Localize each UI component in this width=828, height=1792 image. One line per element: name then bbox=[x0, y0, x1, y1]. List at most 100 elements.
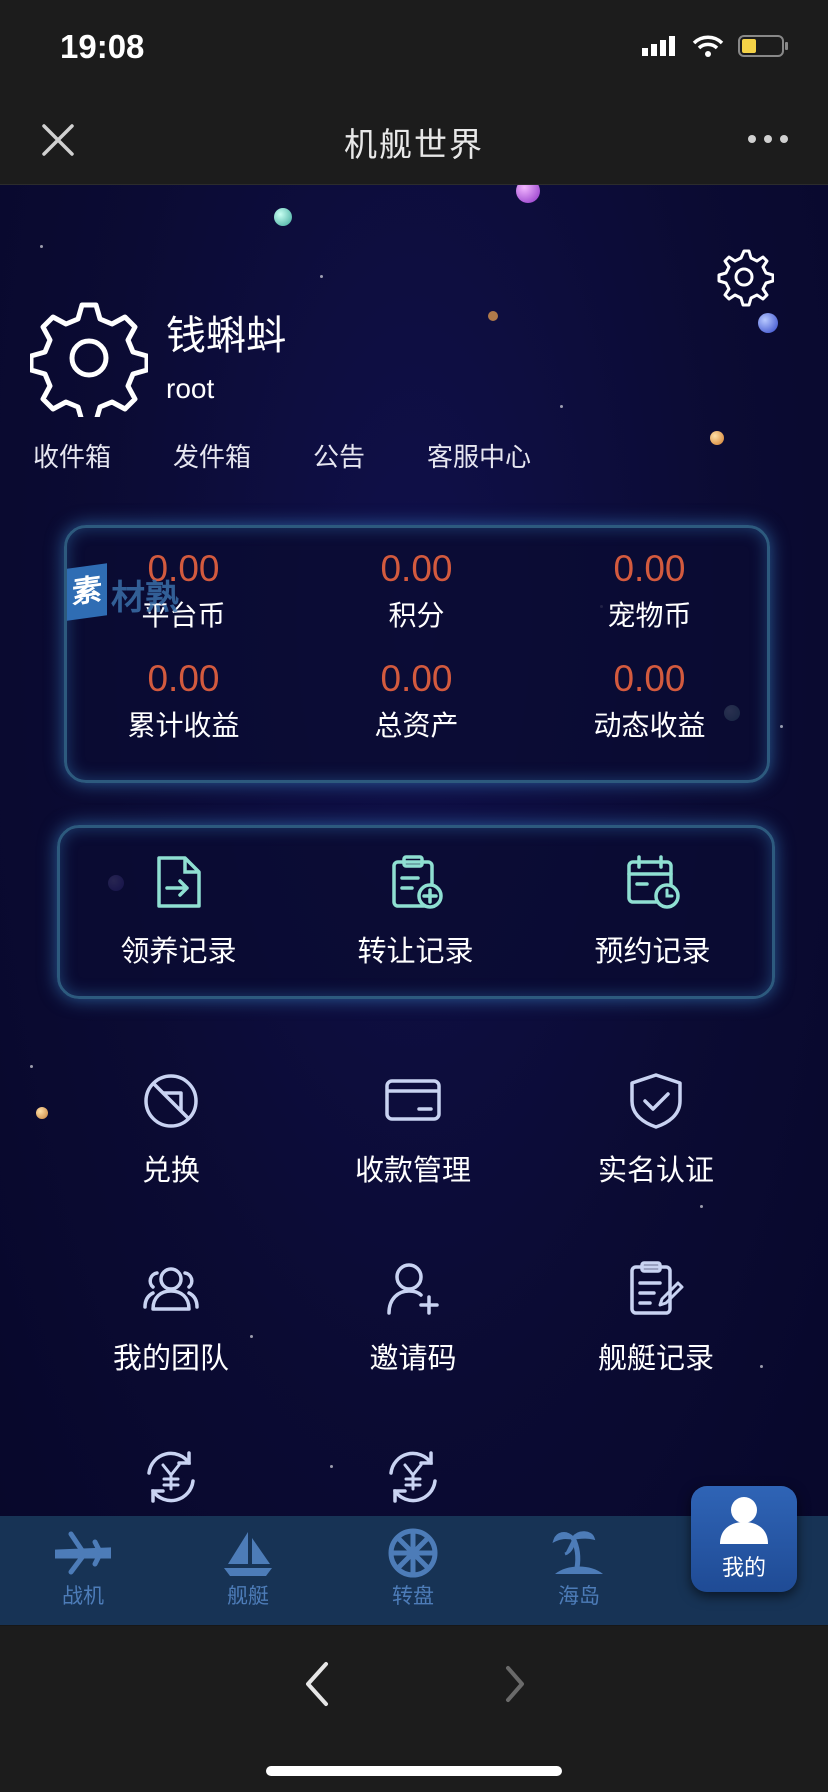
real-name-verification-button[interactable]: 实名认证 bbox=[535, 1071, 777, 1189]
quick-links: 收件箱 发件箱 公告 客服中心 bbox=[0, 437, 828, 487]
watermark: 素 材熟 bbox=[67, 563, 317, 622]
exchange-button[interactable]: 兑换 bbox=[50, 1071, 292, 1189]
tab-label: 转盘 bbox=[392, 1584, 434, 1608]
back-arrow-icon[interactable] bbox=[296, 1656, 336, 1712]
stat-value: 0.00 bbox=[380, 548, 453, 589]
reservation-record-icon bbox=[626, 855, 680, 909]
reservation-record-button[interactable]: 预约记录 bbox=[534, 852, 771, 970]
stat-value: 0.00 bbox=[380, 658, 453, 699]
currency-exchange-button[interactable] bbox=[292, 1447, 534, 1507]
menu-label: 我的团队 bbox=[112, 1341, 229, 1375]
avatar[interactable] bbox=[30, 299, 148, 417]
payment-management-button[interactable]: 收款管理 bbox=[292, 1071, 534, 1189]
cellular-signal-icon bbox=[642, 36, 675, 56]
records-panel: 领养记录 转让记录 预约记录 bbox=[57, 825, 775, 999]
tab-label: 战机 bbox=[62, 1584, 104, 1608]
navigation-bar: 机舰世界 bbox=[0, 96, 828, 185]
tab-label: 舰艇 bbox=[227, 1584, 269, 1608]
more-options-icon[interactable] bbox=[746, 132, 790, 146]
menu-label: 舰艇记录 bbox=[597, 1341, 714, 1375]
menu-label: 收款管理 bbox=[354, 1153, 471, 1187]
adopt-record-icon bbox=[156, 856, 201, 908]
status-icons bbox=[642, 34, 790, 58]
star-decoration bbox=[320, 275, 323, 278]
status-time: 19:08 bbox=[60, 28, 145, 65]
edit-document-icon bbox=[630, 1261, 684, 1315]
planet-decoration bbox=[758, 313, 778, 333]
team-icon bbox=[143, 1267, 199, 1311]
stat-value: 0.00 bbox=[613, 548, 686, 589]
watermark-logo-text: 材熟 bbox=[111, 578, 179, 618]
ship-record-button[interactable]: 舰艇记录 bbox=[535, 1259, 777, 1377]
shield-check-icon bbox=[630, 1073, 682, 1129]
stat-label: 积分 bbox=[388, 599, 445, 632]
adopt-record-button[interactable]: 领养记录 bbox=[60, 852, 297, 970]
stat-label: 动态收益 bbox=[593, 709, 706, 742]
browser-toolbar bbox=[0, 1626, 828, 1792]
exchange-icon bbox=[144, 1074, 198, 1128]
card-icon bbox=[385, 1079, 441, 1121]
page-title: 机舰世界 bbox=[344, 125, 484, 164]
user-icon bbox=[720, 1497, 768, 1544]
stat-label: 累计收益 bbox=[127, 709, 240, 742]
star-decoration bbox=[700, 1205, 703, 1208]
settings-gear-icon[interactable] bbox=[714, 247, 774, 307]
planet-decoration bbox=[36, 1107, 48, 1119]
currency-exchange-button[interactable] bbox=[50, 1447, 292, 1507]
stat-value: 0.00 bbox=[613, 658, 686, 699]
profile-page: 钱蝌蚪 root 收件箱 发件箱 公告 客服中心 0.00 平台币 0.00 积… bbox=[0, 185, 828, 1625]
add-user-icon bbox=[387, 1263, 439, 1315]
status-bar: 19:08 bbox=[0, 0, 828, 96]
watermark-logo: 素 bbox=[67, 563, 107, 621]
wifi-icon bbox=[692, 35, 724, 57]
home-indicator[interactable] bbox=[266, 1766, 562, 1776]
wheel-icon bbox=[388, 1528, 438, 1578]
sailboat-icon bbox=[224, 1532, 272, 1576]
forward-arrow-icon[interactable] bbox=[496, 1656, 536, 1712]
stat-points: 0.00 积分 bbox=[300, 548, 533, 634]
menu-label: 邀请码 bbox=[369, 1341, 457, 1375]
tab-island[interactable]: 海岛 bbox=[524, 1516, 634, 1625]
battery-icon bbox=[738, 35, 788, 57]
inbox-link[interactable]: 收件箱 bbox=[33, 437, 111, 474]
stats-panel: 0.00 平台币 0.00 积分 0.00 宠物币 0.00 累计收益 0.00… bbox=[64, 525, 770, 783]
transfer-record-button[interactable]: 转让记录 bbox=[297, 852, 534, 970]
currency-exchange-icon bbox=[147, 1451, 195, 1503]
stat-total-assets: 0.00 总资产 bbox=[300, 658, 533, 744]
planet-decoration bbox=[488, 311, 498, 321]
stat-dynamic-earnings: 0.00 动态收益 bbox=[533, 658, 766, 744]
record-label: 领养记录 bbox=[120, 934, 237, 968]
currency-exchange-icon bbox=[389, 1451, 437, 1503]
stat-label: 宠物币 bbox=[607, 599, 692, 632]
planet-decoration bbox=[274, 208, 292, 226]
tab-wheel[interactable]: 转盘 bbox=[358, 1516, 468, 1625]
menu-label: 实名认证 bbox=[597, 1153, 714, 1187]
customer-service-link[interactable]: 客服中心 bbox=[427, 437, 531, 474]
tab-mine[interactable]: 我的 bbox=[691, 1486, 797, 1592]
star-decoration bbox=[560, 405, 563, 408]
tab-label: 我的 bbox=[721, 1556, 766, 1581]
menu-label: 兑换 bbox=[141, 1153, 200, 1187]
tab-fighter[interactable]: 战机 bbox=[28, 1516, 138, 1625]
island-icon bbox=[552, 1531, 603, 1574]
outbox-link[interactable]: 发件箱 bbox=[173, 437, 251, 474]
invite-code-button[interactable]: 邀请码 bbox=[292, 1259, 534, 1377]
tab-label: 海岛 bbox=[558, 1584, 600, 1608]
star-decoration bbox=[30, 1065, 33, 1068]
stat-label: 总资产 bbox=[374, 709, 459, 742]
stat-total-earnings: 0.00 累计收益 bbox=[67, 658, 300, 744]
my-team-button[interactable]: 我的团队 bbox=[50, 1259, 292, 1377]
stat-pet-coin: 0.00 宠物币 bbox=[533, 548, 766, 634]
star-decoration bbox=[780, 725, 783, 728]
planet-decoration bbox=[516, 185, 540, 203]
username: 钱蝌蚪 bbox=[166, 313, 286, 359]
stat-value: 0.00 bbox=[147, 658, 220, 699]
tab-ship[interactable]: 舰艇 bbox=[193, 1516, 303, 1625]
star-decoration bbox=[40, 245, 43, 248]
record-label: 预约记录 bbox=[594, 934, 711, 968]
jet-icon bbox=[55, 1531, 111, 1575]
transfer-record-icon bbox=[391, 855, 443, 909]
record-label: 转让记录 bbox=[357, 934, 474, 968]
announcement-link[interactable]: 公告 bbox=[313, 437, 365, 474]
account-id: root bbox=[166, 373, 215, 404]
